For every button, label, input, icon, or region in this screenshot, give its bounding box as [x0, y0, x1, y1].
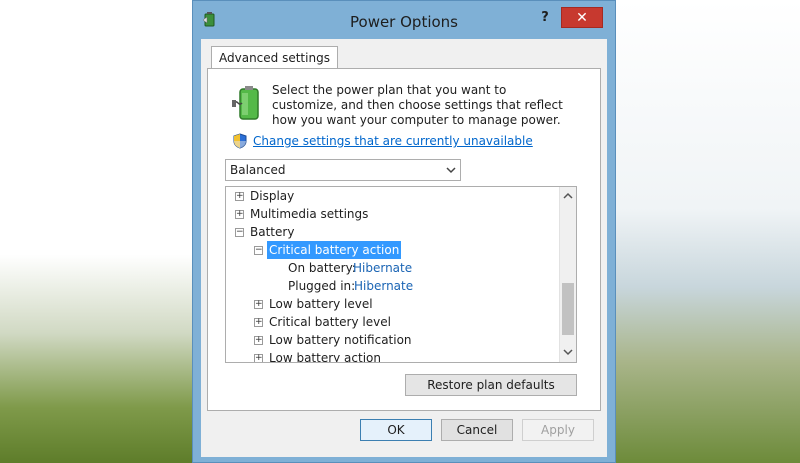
tree-item-label: Low battery level — [269, 297, 373, 311]
desktop-background-left — [0, 0, 192, 463]
settings-tree[interactable]: + Display + Multimedia settings − Batter… — [225, 186, 577, 363]
expand-icon[interactable]: + — [254, 318, 263, 327]
tree-item-label: Low battery action — [269, 351, 381, 363]
close-button[interactable]: ✕ — [561, 7, 603, 28]
dialog-client-area: Advanced settings Select the power plan … — [201, 39, 607, 457]
ok-button[interactable]: OK — [360, 419, 432, 441]
tree-item-label: Display — [250, 189, 295, 203]
expand-icon[interactable]: + — [235, 210, 244, 219]
tree-item-label: Multimedia settings — [250, 207, 369, 221]
setting-label: Plugged in: — [288, 279, 356, 293]
tree-item-label: Battery — [250, 225, 295, 239]
tree-item-label: Low battery notification — [269, 333, 412, 347]
collapse-icon[interactable]: − — [235, 228, 244, 237]
intro-text: Select the power plan that you want to c… — [272, 83, 563, 127]
battery-plug-icon — [232, 86, 259, 120]
plugged-in-value[interactable]: Hibernate — [354, 277, 413, 295]
title-bar[interactable]: Power Options ? ✕ — [193, 1, 615, 43]
uac-shield-icon — [233, 133, 247, 149]
tree-item-label-selected: Critical battery action — [267, 241, 402, 259]
change-settings-link[interactable]: Change settings that are currently unava… — [253, 134, 533, 148]
expand-icon[interactable]: + — [254, 336, 263, 345]
expand-icon[interactable]: + — [254, 300, 263, 309]
apply-button[interactable]: Apply — [522, 419, 594, 441]
tree-scrollbar[interactable] — [559, 187, 576, 362]
power-options-window: Power Options ? ✕ Advanced settings Sele… — [192, 0, 616, 463]
help-button[interactable]: ? — [536, 9, 554, 27]
advanced-settings-panel: Select the power plan that you want to c… — [207, 68, 601, 411]
chevron-down-icon — [446, 167, 456, 174]
power-plan-selected-value: Balanced — [230, 163, 286, 177]
chevron-down-icon[interactable] — [563, 347, 573, 357]
on-battery-value[interactable]: Hibernate — [353, 259, 412, 277]
power-plan-select[interactable]: Balanced — [225, 159, 461, 181]
chevron-up-icon[interactable] — [563, 191, 573, 201]
expand-icon[interactable]: + — [254, 354, 263, 362]
collapse-icon[interactable]: − — [254, 246, 263, 255]
expand-icon[interactable]: + — [235, 192, 244, 201]
setting-label: On battery: — [288, 261, 356, 275]
scroll-thumb[interactable] — [562, 283, 574, 335]
tree-item-label: Critical battery level — [269, 315, 391, 329]
tab-advanced-settings[interactable]: Advanced settings — [211, 46, 338, 68]
cancel-button[interactable]: Cancel — [441, 419, 513, 441]
restore-plan-defaults-button[interactable]: Restore plan defaults — [405, 374, 577, 396]
desktop-background-right — [616, 0, 800, 463]
